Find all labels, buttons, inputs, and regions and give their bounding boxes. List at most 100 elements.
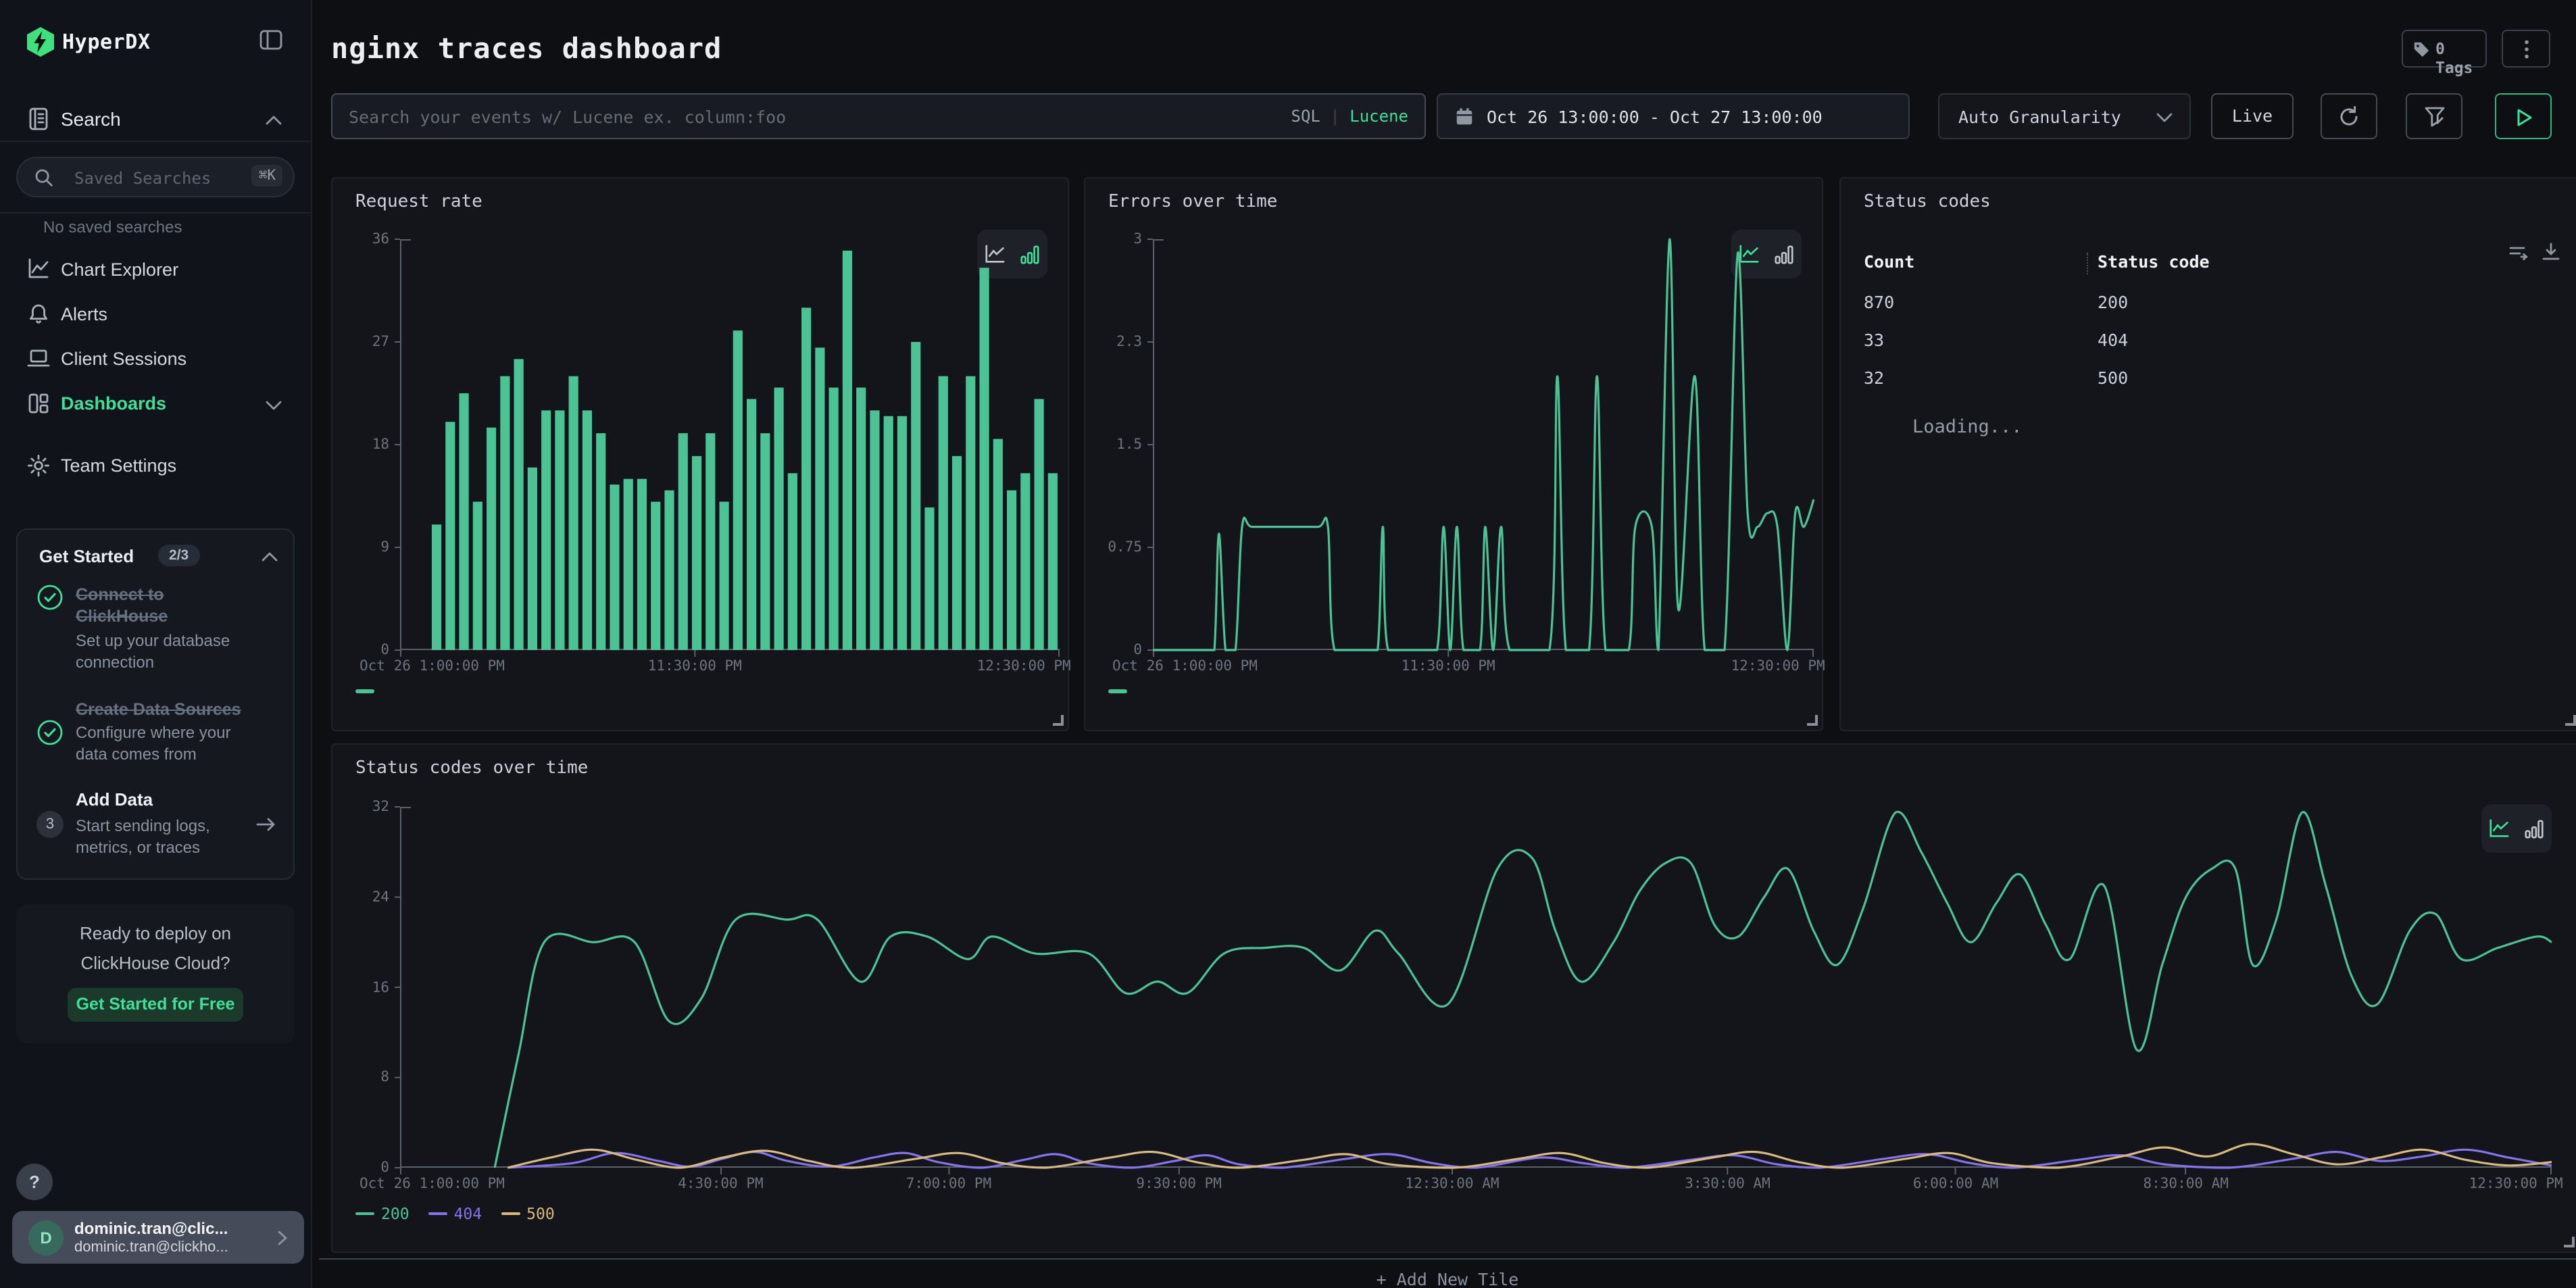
- panel-status-codes-over-time: Status codes over time 32241680Oct 26 1:…: [331, 743, 2576, 1253]
- chart-title: Status codes over time: [355, 758, 588, 778]
- nav-label: Chart Explorer: [61, 259, 178, 280]
- nav-label: Dashboards: [61, 393, 166, 414]
- chart-legend[interactable]: 200 404 500: [355, 1204, 555, 1223]
- live-label: Live: [2232, 105, 2273, 126]
- panel-errors-over-time: Errors over time 32.31.50.750Oct 26 1:00…: [1084, 177, 1823, 731]
- sidebar-item-team-settings[interactable]: Team Settings: [0, 445, 311, 488]
- main-area: nginx traces dashboard 0 Tags Search you…: [312, 0, 2576, 1288]
- bell-icon: [27, 303, 50, 326]
- search-section-label: Search: [61, 108, 121, 130]
- table-row[interactable]: 33404: [1864, 330, 2556, 357]
- avatar: D: [28, 1220, 64, 1256]
- table-header[interactable]: CountStatus code: [1864, 251, 2556, 278]
- gs-item-title[interactable]: Add Data: [76, 789, 153, 811]
- divider: [0, 212, 311, 214]
- live-button[interactable]: Live: [2211, 93, 2294, 139]
- lang-divider: |: [1330, 107, 1339, 126]
- chevron-down-icon: [2156, 112, 2173, 123]
- resize-handle[interactable]: [1807, 715, 1818, 726]
- deploy-card: Ready to deploy on ClickHouse Cloud? Get…: [16, 904, 295, 1043]
- gear-icon: [27, 454, 50, 477]
- resize-handle[interactable]: [1053, 715, 1064, 726]
- table-row[interactable]: 870200: [1864, 292, 2556, 319]
- panel-status-codes: Status codes CountStatus code87020033404…: [1839, 177, 2576, 731]
- resize-handle[interactable]: [2565, 715, 2576, 726]
- legend-item[interactable]: 200: [355, 1204, 410, 1223]
- app: HyperDX Search Saved Searches ⌘K No save…: [0, 0, 2576, 1288]
- get-started-title: Get Started: [39, 546, 134, 566]
- gs-item-desc: Start sending logs,metrics, or traces: [76, 815, 210, 858]
- filter-button[interactable]: [2406, 93, 2462, 139]
- help-button[interactable]: ?: [16, 1164, 53, 1200]
- chevron-down-icon: [265, 400, 282, 411]
- legend-item[interactable]: [1108, 689, 1127, 693]
- chart-legend[interactable]: [1108, 689, 1127, 693]
- refresh-button[interactable]: [2321, 93, 2377, 139]
- get-started-card: Get Started 2/3 Connect toClickHouse Set…: [16, 528, 295, 880]
- errors-chart[interactable]: 32.31.50.750Oct 26 1:00:00 PM11:30:00 PM…: [1153, 239, 1814, 650]
- logo-row: HyperDX: [0, 24, 311, 62]
- add-new-tile-button[interactable]: + Add New Tile: [319, 1258, 2576, 1288]
- tags-count-label: 0 Tags: [2435, 39, 2485, 77]
- gs-item-title[interactable]: Create Data Sources: [76, 699, 241, 720]
- gs-item-title[interactable]: Connect toClickHouse: [76, 584, 168, 627]
- date-range-picker[interactable]: Oct 26 13:00:00 - Oct 27 13:00:00: [1437, 93, 1910, 139]
- progress-badge: 2/3: [158, 545, 199, 566]
- granularity-value: Auto Granularity: [1958, 107, 2121, 127]
- legend-item[interactable]: 404: [428, 1204, 482, 1223]
- get-started-free-button[interactable]: Get Started for Free: [68, 988, 243, 1022]
- page-title: nginx traces dashboard: [331, 32, 722, 65]
- date-range-value: Oct 26 13:00:00 - Oct 27 13:00:00: [1487, 107, 1823, 127]
- event-search-placeholder: Search your events w/ Lucene ex. column:…: [349, 107, 786, 127]
- hyperdx-logo-icon: [27, 27, 54, 57]
- sidebar-item-client-sessions[interactable]: Client Sessions: [0, 338, 311, 381]
- step-number-badge: 3: [36, 811, 64, 838]
- sidebar-collapse-icon[interactable]: [259, 30, 282, 50]
- legend-item[interactable]: 500: [501, 1204, 555, 1223]
- deploy-line2: ClickHouse Cloud?: [16, 953, 295, 973]
- table-row[interactable]: 32500: [1864, 368, 2556, 395]
- laptop-icon: [27, 347, 50, 370]
- chart-title: Request rate: [355, 192, 482, 212]
- tags-button[interactable]: 0 Tags: [2402, 30, 2487, 68]
- chart-legend[interactable]: [355, 689, 374, 693]
- user-email: dominic.tran@clickho...: [74, 1239, 228, 1256]
- chart-title: Errors over time: [1108, 192, 1277, 212]
- dashboards-icon: [27, 392, 50, 415]
- chevron-up-icon: [265, 115, 282, 126]
- sidebar-item-search[interactable]: Search: [0, 100, 311, 141]
- sidebar-item-dashboards[interactable]: Dashboards: [0, 382, 311, 426]
- arrow-right-icon[interactable]: [255, 816, 277, 833]
- request-rate-chart[interactable]: 36271890Oct 26 1:00:00 PM11:30:00 PM12:3…: [400, 239, 1060, 650]
- add-new-tile-label: + Add New Tile: [319, 1269, 2576, 1288]
- brand-name: HyperDX: [62, 30, 151, 54]
- user-name: dominic.tran@clic...: [74, 1219, 228, 1238]
- event-search-input[interactable]: Search your events w/ Lucene ex. column:…: [331, 93, 1426, 139]
- nav-label: Team Settings: [61, 455, 176, 476]
- lucene-toggle[interactable]: Lucene: [1349, 107, 1408, 126]
- saved-searches-input[interactable]: Saved Searches ⌘K: [16, 157, 295, 197]
- resize-handle[interactable]: [2564, 1237, 2575, 1247]
- deploy-line1: Ready to deploy on: [16, 923, 295, 943]
- y-axis-labels: 36271890: [338, 239, 389, 650]
- status-codes-over-time-chart[interactable]: 32241680Oct 26 1:00:00 PM4:30:00 PM7:00:…: [400, 807, 2552, 1168]
- sidebar-item-alerts[interactable]: Alerts: [0, 293, 311, 337]
- shortcut-badge: ⌘K: [252, 165, 282, 187]
- query-language-toggle[interactable]: SQL | Lucene: [1291, 107, 1409, 126]
- chevron-up-icon[interactable]: [261, 551, 278, 562]
- gs-item-desc: Configure where yourdata comes from: [76, 722, 230, 765]
- panel-request-rate: Request rate 36271890Oct 26 1:00:00 PM11…: [331, 177, 1069, 731]
- run-query-button[interactable]: [2495, 93, 2552, 139]
- legend-item[interactable]: [355, 689, 374, 693]
- y-axis-labels: 32.31.50.750: [1091, 239, 1142, 650]
- check-circle-icon: [36, 584, 64, 611]
- check-circle-icon: [36, 719, 64, 746]
- sidebar: HyperDX Search Saved Searches ⌘K No save…: [0, 0, 312, 1288]
- kebab-menu-button[interactable]: [2502, 30, 2550, 68]
- no-saved-searches-label: No saved searches: [43, 218, 182, 237]
- sidebar-item-chart-explorer[interactable]: Chart Explorer: [0, 249, 311, 292]
- user-menu[interactable]: D dominic.tran@clic... dominic.tran@clic…: [12, 1211, 304, 1264]
- granularity-select[interactable]: Auto Granularity: [1938, 93, 2191, 139]
- nav-label: Client Sessions: [61, 349, 187, 369]
- sql-toggle[interactable]: SQL: [1291, 107, 1320, 126]
